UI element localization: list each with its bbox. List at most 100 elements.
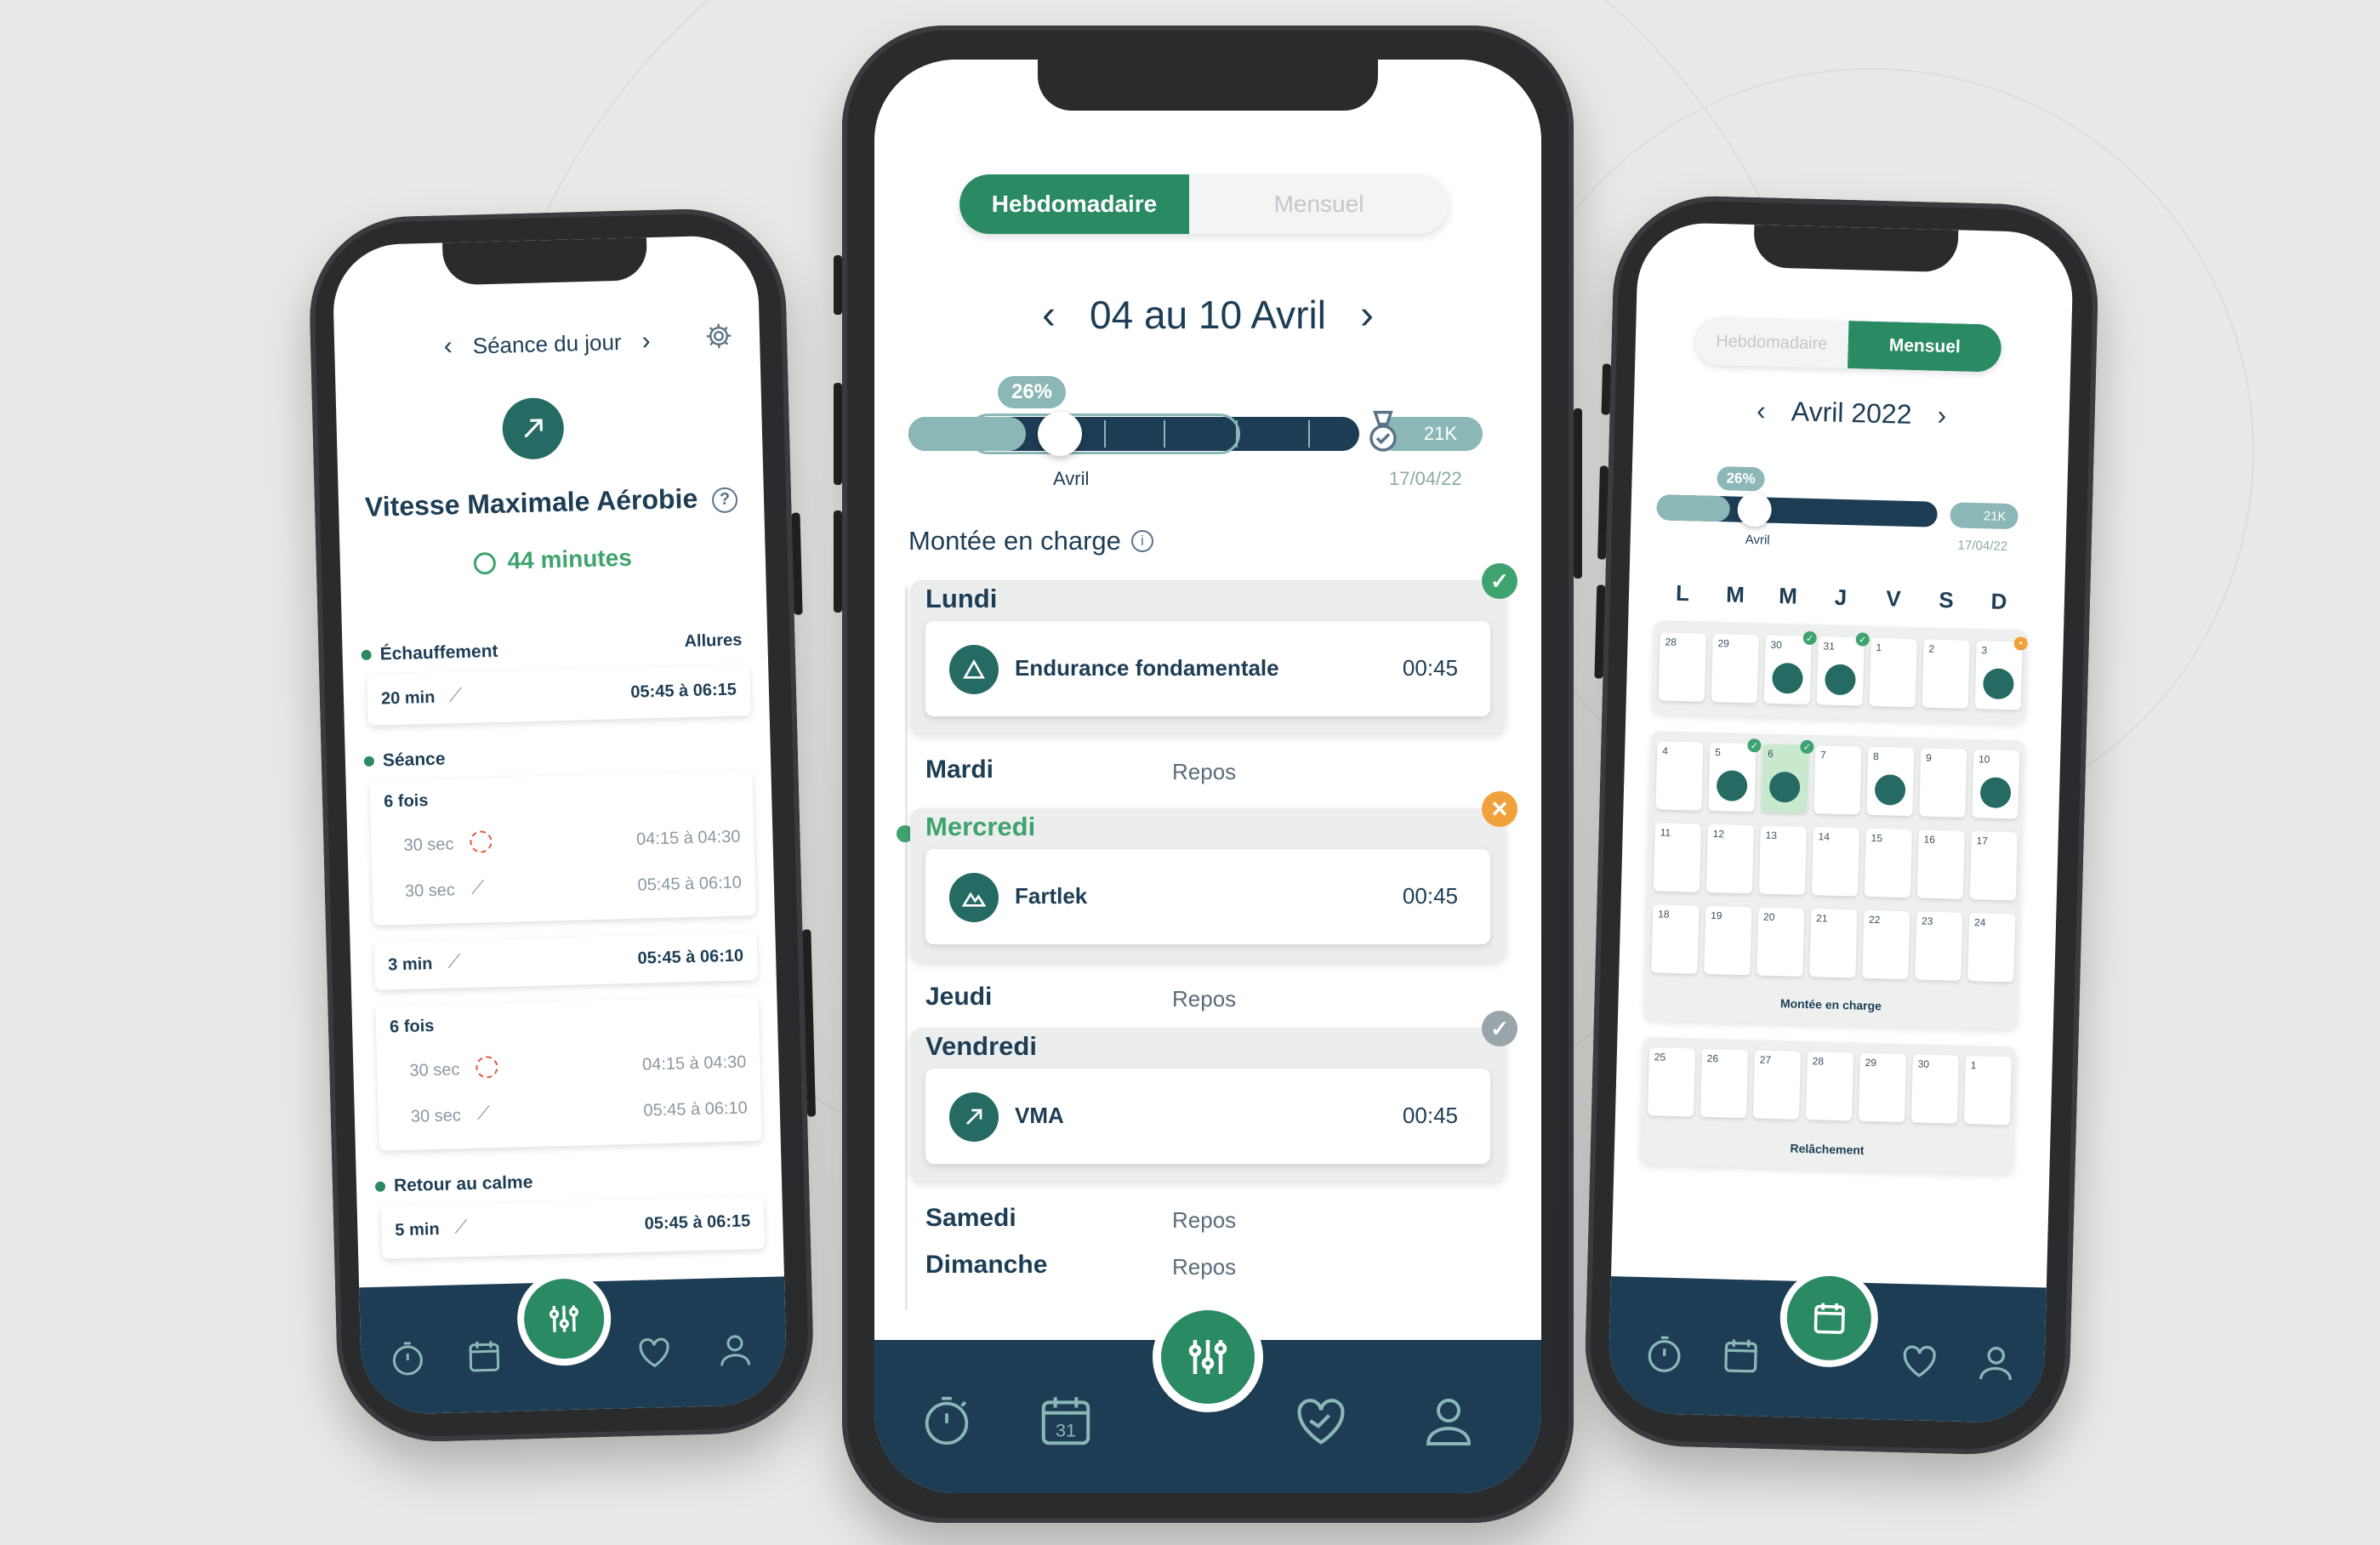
chevron-right-icon[interactable]: › [641, 327, 651, 356]
session-icon [1716, 770, 1748, 802]
calendar-day-cell[interactable]: 13 [1758, 825, 1807, 895]
day-block-mercredi[interactable]: Mercredi Fartlek 00:45 ✕ [910, 791, 1517, 961]
fast-interval-row: 30 sec 04:15 à 04:30 [403, 827, 741, 855]
calendar-day-cell[interactable]: 8 [1866, 746, 1915, 817]
calendar-day-cell[interactable]: 10 [1972, 750, 2020, 819]
tab-stopwatch[interactable] [908, 1383, 985, 1459]
help-icon[interactable]: ? [711, 486, 738, 513]
tab-plan[interactable] [515, 1270, 612, 1367]
calendar-day-cell[interactable]: 1 [1963, 1055, 2012, 1126]
tab-profile[interactable] [1956, 1324, 2035, 1402]
weekly-plan-screen: Hebdomadaire Mensuel ‹ 04 au 10 Avril › … [874, 60, 1541, 1493]
calendar-day-cell[interactable]: 3 • [1974, 636, 2028, 710]
calendar-day-cell[interactable]: 21 [1809, 909, 1858, 978]
progress-knob[interactable] [1038, 412, 1082, 456]
tab-stopwatch[interactable] [1625, 1315, 1703, 1394]
calendar-day-cell[interactable]: 15 [1864, 828, 1912, 898]
tab-community[interactable] [615, 1313, 693, 1391]
calendar-day-cell[interactable]: 29 [1858, 1052, 1906, 1123]
tab-community[interactable] [1880, 1321, 1958, 1400]
phone-side-button [834, 255, 842, 315]
session-section-title: Séance [363, 750, 446, 772]
tab-plan[interactable] [1153, 1302, 1263, 1412]
tab-calendar[interactable] [445, 1317, 523, 1395]
tab-community[interactable] [1283, 1383, 1359, 1459]
calendar-day-cell[interactable]: 25 [1647, 1047, 1696, 1117]
calendar-phase-box: 25 26 27 28 29 30 1 Relâchement [1639, 1036, 2018, 1175]
toggle-monthly[interactable]: Mensuel [1189, 174, 1449, 234]
bottom-tab-bar: 31 [874, 1302, 1541, 1493]
calendar-day-cell[interactable]: 14 [1811, 827, 1859, 897]
arrow-up-right-icon [949, 1092, 999, 1142]
day-row-dimanche: Dimanche Repos [925, 1251, 1237, 1280]
calendar-day-cell[interactable]: 30 [1910, 1054, 1959, 1124]
calendar-day-cell-today[interactable]: 6 ✓ [1761, 739, 1814, 813]
day-row-jeudi: Jeudi Repos [925, 983, 1237, 1012]
phone-side-button [1601, 363, 1612, 415]
toggle-weekly[interactable]: Hebdomadaire [959, 174, 1189, 234]
calendar-day-cell[interactable]: 27 [1752, 1050, 1802, 1120]
weekday-header: L [1675, 579, 1690, 607]
phone-side-button [1597, 465, 1608, 560]
session-card[interactable]: Fartlek 00:45 [925, 849, 1490, 944]
tab-plan[interactable] [1779, 1268, 1880, 1369]
runner-icon: ⟋ [476, 1102, 491, 1124]
week-timeline [905, 587, 908, 1310]
session-card[interactable]: Endurance fondamentale 00:45 [925, 621, 1490, 716]
calendar-day-cell[interactable]: 9 [1919, 748, 1967, 818]
progress-knob[interactable] [1737, 492, 1773, 527]
calendar-day-cell[interactable]: 31 ✓ [1816, 632, 1870, 706]
mountain-icon [949, 873, 999, 922]
calendar-day-cell[interactable]: 11 [1653, 823, 1701, 892]
heart-handshake-icon [639, 1337, 669, 1368]
gear-icon[interactable] [703, 320, 735, 351]
calendar-day-cell[interactable]: 30 ✓ [1763, 630, 1817, 704]
session-time: 00:45 [1402, 1103, 1458, 1128]
tab-calendar[interactable]: 31 [1028, 1383, 1104, 1459]
calendar-day-cell[interactable]: 7 [1813, 745, 1862, 815]
day-block-lundi[interactable]: Lundi Endurance fondamentale 00:45 ✓ [910, 563, 1517, 733]
calendar-day-cell[interactable]: 4 [1655, 741, 1704, 811]
calendar-day-cell[interactable]: 12 [1705, 824, 1754, 894]
chevron-left-icon[interactable]: ‹ [1042, 292, 1056, 339]
session-card[interactable]: VMA 00:45 [925, 1069, 1490, 1164]
vma-session-icon [501, 396, 565, 460]
progress-fill [1656, 494, 1730, 522]
calendar-day-cell[interactable]: 29 [1711, 633, 1759, 704]
check-icon: ✓ [1802, 630, 1817, 646]
calendar-day-cell[interactable]: 20 [1757, 907, 1805, 977]
calendar-day-cell[interactable]: 17 [1969, 831, 2018, 901]
calendar-day-cell[interactable]: 2 [1922, 639, 1970, 709]
chevron-left-icon[interactable]: ‹ [443, 332, 453, 361]
day-block-vendredi[interactable]: Vendredi VMA 00:45 ✓ [910, 1011, 1517, 1181]
calendar-day-cell[interactable]: 23 [1915, 911, 1963, 981]
phase-title: Montée en charge i [908, 526, 1153, 556]
phone-side-button [834, 510, 842, 613]
calendar-day-cell[interactable]: 18 [1651, 904, 1700, 974]
info-icon[interactable]: i [1130, 530, 1153, 552]
user-icon [1979, 1347, 2012, 1381]
calendar-day-cell[interactable]: 24 [1967, 912, 2016, 983]
tab-calendar[interactable] [1701, 1317, 1779, 1395]
chevron-left-icon[interactable]: ‹ [1757, 395, 1767, 426]
chevron-right-icon[interactable]: › [1360, 292, 1374, 339]
calendar-day-cell[interactable]: 26 [1700, 1048, 1749, 1119]
calendar-day-cell[interactable]: 19 [1704, 905, 1752, 976]
cooldown-card: 5 min ⟋ 05:45 à 06:15 [380, 1195, 766, 1259]
tab-profile[interactable] [696, 1311, 774, 1389]
toggle-monthly[interactable]: Mensuel [1848, 321, 2002, 373]
medal-icon [1369, 410, 1397, 452]
tab-profile[interactable] [1410, 1383, 1487, 1459]
calendar-day-cell[interactable]: 16 [1916, 830, 1965, 899]
calendar-day-cell[interactable]: 22 [1862, 909, 1910, 980]
calendar-day-cell[interactable]: 28 [1658, 632, 1706, 702]
sprint-icon [475, 1056, 498, 1079]
toggle-weekly[interactable]: Hebdomadaire [1694, 316, 1848, 368]
weekday-header: J [1834, 584, 1848, 611]
calendar-day-cell[interactable]: 28 [1805, 1052, 1854, 1121]
chevron-right-icon[interactable]: › [1937, 400, 1947, 431]
calendar-day-cell[interactable]: 5 ✓ [1708, 738, 1762, 812]
tab-stopwatch[interactable] [368, 1320, 447, 1398]
day-name: Mercredi [925, 812, 1036, 841]
calendar-day-cell[interactable]: 1 [1869, 637, 1917, 708]
